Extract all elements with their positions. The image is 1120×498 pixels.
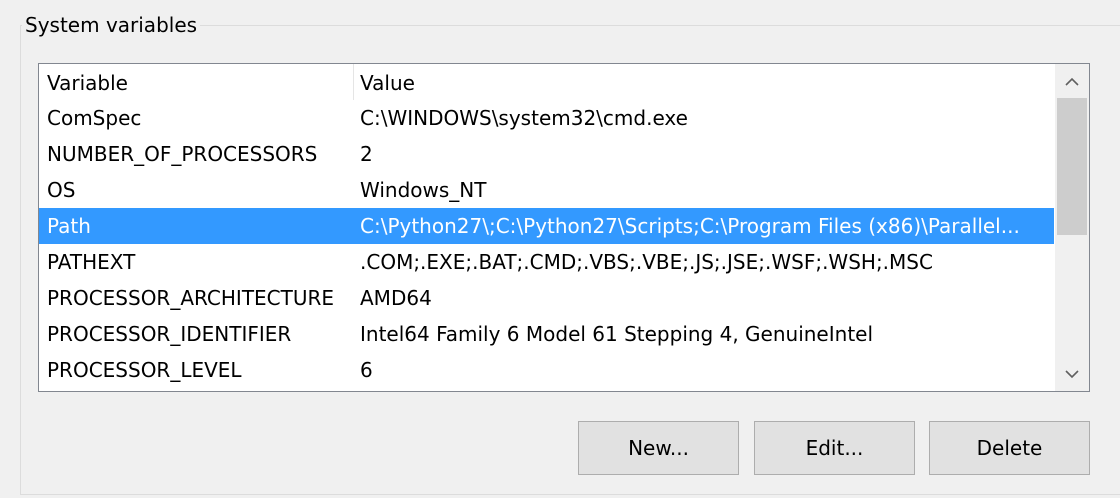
value-cell: Windows_NT <box>360 178 487 202</box>
table-row[interactable]: ComSpec C:\WINDOWS\system32\cmd.exe <box>39 100 1054 136</box>
chevron-up-icon[interactable] <box>1055 64 1089 98</box>
delete-button[interactable]: Delete <box>929 421 1090 475</box>
value-cell: 6 <box>360 358 373 382</box>
edit-button[interactable]: Edit... <box>754 421 915 475</box>
value-cell: C:\Python27\;C:\Python27\Scripts;C:\Prog… <box>360 214 1020 238</box>
table-row[interactable]: PATHEXT .COM;.EXE;.BAT;.CMD;.VBS;.VBE;.J… <box>39 244 1054 280</box>
variable-cell: PROCESSOR_LEVEL <box>47 358 242 382</box>
table-row[interactable]: PROCESSOR_ARCHITECTURE AMD64 <box>39 280 1054 316</box>
chevron-down-icon[interactable] <box>1055 357 1089 391</box>
table-row[interactable]: Path C:\Python27\;C:\Python27\Scripts;C:… <box>39 208 1054 244</box>
value-cell: .COM;.EXE;.BAT;.CMD;.VBS;.VBE;.JS;.JSE;.… <box>360 250 933 274</box>
variable-cell: PROCESSOR_ARCHITECTURE <box>47 286 335 310</box>
value-cell: AMD64 <box>360 286 432 310</box>
variable-cell: PATHEXT <box>47 250 136 274</box>
value-cell: C:\WINDOWS\system32\cmd.exe <box>360 106 688 130</box>
column-header-variable[interactable]: Variable <box>39 64 354 100</box>
variable-cell: OS <box>47 178 76 202</box>
table-row[interactable]: OS Windows_NT <box>39 172 1054 208</box>
variable-cell: NUMBER_OF_PROCESSORS <box>47 142 318 166</box>
table-row[interactable]: PROCESSOR_LEVEL 6 <box>39 352 1054 388</box>
scrollbar-thumb[interactable] <box>1057 98 1087 235</box>
vertical-scrollbar[interactable] <box>1055 64 1089 391</box>
value-cell: 2 <box>360 142 373 166</box>
variable-cell: ComSpec <box>47 106 142 130</box>
new-button[interactable]: New... <box>578 421 739 475</box>
variable-cell: PROCESSOR_IDENTIFIER <box>47 322 292 346</box>
system-variables-list[interactable]: Variable Value ComSpec C:\WINDOWS\system… <box>38 63 1090 392</box>
column-header-value[interactable]: Value <box>354 64 1054 100</box>
group-title: System variables <box>22 11 201 39</box>
list-header: Variable Value <box>39 64 1055 100</box>
variable-cell: Path <box>47 214 91 238</box>
table-row[interactable]: PROCESSOR_IDENTIFIER Intel64 Family 6 Mo… <box>39 316 1054 352</box>
value-cell: Intel64 Family 6 Model 61 Stepping 4, Ge… <box>360 322 874 346</box>
table-row[interactable]: NUMBER_OF_PROCESSORS 2 <box>39 136 1054 172</box>
list-rows: ComSpec C:\WINDOWS\system32\cmd.exe NUMB… <box>39 100 1055 388</box>
